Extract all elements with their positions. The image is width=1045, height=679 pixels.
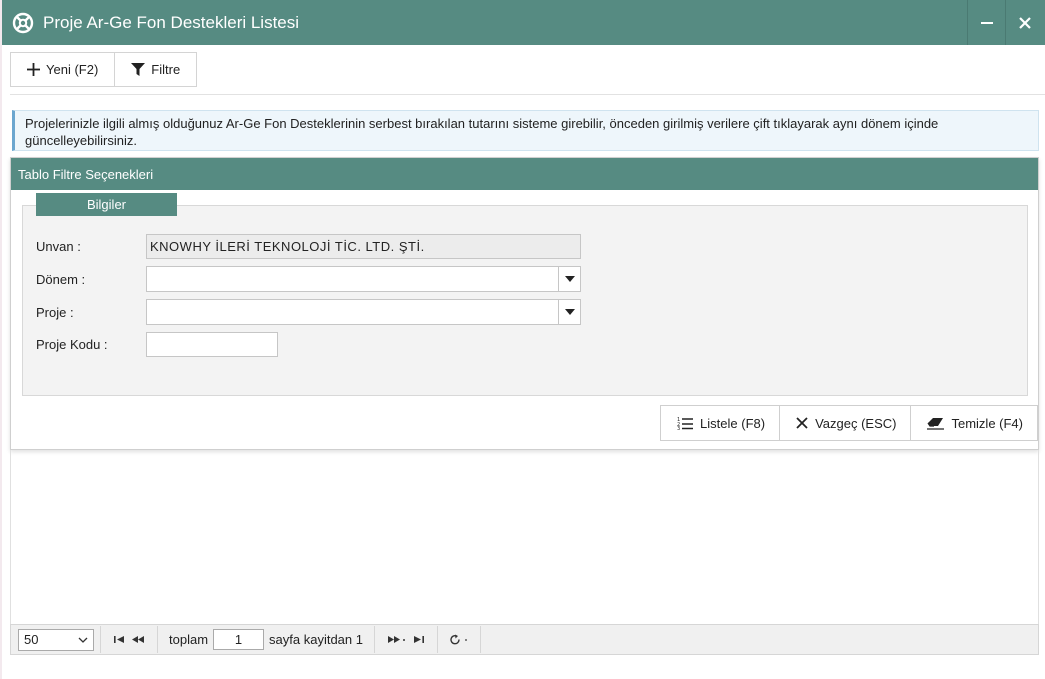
info-group-title: Bilgiler xyxy=(36,193,177,216)
window-title: Proje Ar-Ge Fon Destekleri Listesi xyxy=(43,12,300,32)
donem-label: Dönem : xyxy=(36,271,86,287)
page-size-value: 50 xyxy=(24,632,39,647)
list-button-label: Listele (F8) xyxy=(700,415,766,431)
minimize-icon xyxy=(980,21,993,24)
cancel-button-label: Vazgeç (ESC) xyxy=(815,415,897,431)
proje-label: Proje : xyxy=(36,304,74,320)
filter-actions: 1 2 3 Listele (F8) Vazgeç (ESC) Temizle … xyxy=(660,405,1038,441)
close-icon xyxy=(1018,16,1031,29)
filter-panel-title: Tablo Filtre Seçenekleri xyxy=(11,158,1038,190)
donem-dropdown-arrow[interactable] xyxy=(558,267,580,291)
proje-row: Proje : xyxy=(36,299,581,325)
proje-kodu-input[interactable] xyxy=(146,332,278,357)
page-suffix-label: sayfa kayitdan 1 xyxy=(269,632,363,647)
proje-kodu-row: Proje Kodu : xyxy=(36,332,278,357)
first-page-icon[interactable] xyxy=(113,635,125,644)
pager-divider xyxy=(436,626,438,653)
filter-button[interactable]: Filtre xyxy=(115,53,196,86)
pager-divider xyxy=(100,626,101,653)
caret-down-icon xyxy=(564,309,575,315)
info-message: Projelerinizle ilgili almış olduğunuz Ar… xyxy=(12,110,1039,151)
previous-page-icon[interactable] xyxy=(131,635,145,644)
cancel-button[interactable]: Vazgeç (ESC) xyxy=(779,405,912,441)
svg-text:3: 3 xyxy=(677,426,680,430)
total-label: toplam xyxy=(169,632,209,647)
clear-button-label: Temizle (F4) xyxy=(951,415,1023,431)
minimize-button[interactable] xyxy=(967,0,1005,45)
proje-kodu-label: Proje Kodu : xyxy=(36,337,108,352)
title-bar: Proje Ar-Ge Fon Destekleri Listesi xyxy=(2,0,1045,45)
refresh-button[interactable] xyxy=(444,634,474,645)
filter-button-label: Filtre xyxy=(151,62,181,77)
window: Proje Ar-Ge Fon Destekleri Listesi Yeni … xyxy=(2,0,1045,679)
pager-divider xyxy=(479,626,481,653)
chevron-down-icon xyxy=(78,637,88,643)
donem-dropdown[interactable] xyxy=(146,266,581,292)
plus-icon xyxy=(27,63,40,76)
page-size-select[interactable]: 50 xyxy=(18,628,94,651)
pager-prev-nav xyxy=(107,635,151,644)
eraser-icon xyxy=(927,417,945,430)
caret-down-icon xyxy=(564,276,575,282)
list-button[interactable]: 1 2 3 Listele (F8) xyxy=(660,405,781,441)
results-grid xyxy=(10,450,1039,624)
new-button[interactable]: Yeni (F2) xyxy=(11,53,116,86)
unvan-field: KNOWHY İLERİ TEKNOLOJİ TİC. LTD. ŞTİ. xyxy=(146,234,581,259)
proje-dropdown-arrow[interactable] xyxy=(558,300,580,324)
filter-panel: Tablo Filtre Seçenekleri Bilgiler Unvan … xyxy=(10,157,1039,450)
proje-dropdown[interactable] xyxy=(146,299,581,325)
x-icon xyxy=(796,417,808,429)
pager-divider xyxy=(157,626,158,653)
close-button[interactable] xyxy=(1005,0,1043,45)
app-icon xyxy=(12,12,34,33)
pager: 50 toplam 1 sayfa kayitdan 1 xyxy=(10,624,1039,655)
toolbar: Yeni (F2) Filtre xyxy=(10,52,198,87)
unvan-row: Unvan : KNOWHY İLERİ TEKNOLOJİ TİC. LTD.… xyxy=(36,234,581,259)
unvan-label: Unvan : xyxy=(36,239,81,254)
filter-icon xyxy=(131,63,146,76)
donem-row: Dönem : xyxy=(36,266,581,292)
next-page-icon[interactable] xyxy=(387,635,407,644)
pager-divider xyxy=(373,626,375,653)
clear-button[interactable]: Temizle (F4) xyxy=(910,405,1038,441)
refresh-icon xyxy=(450,634,467,645)
new-button-label: Yeni (F2) xyxy=(46,62,99,77)
list-icon: 1 2 3 xyxy=(677,417,694,430)
last-page-icon[interactable] xyxy=(413,635,425,644)
pager-next-nav xyxy=(381,635,431,644)
page-number-input[interactable]: 1 xyxy=(213,629,265,650)
toolbar-divider xyxy=(10,94,1045,95)
